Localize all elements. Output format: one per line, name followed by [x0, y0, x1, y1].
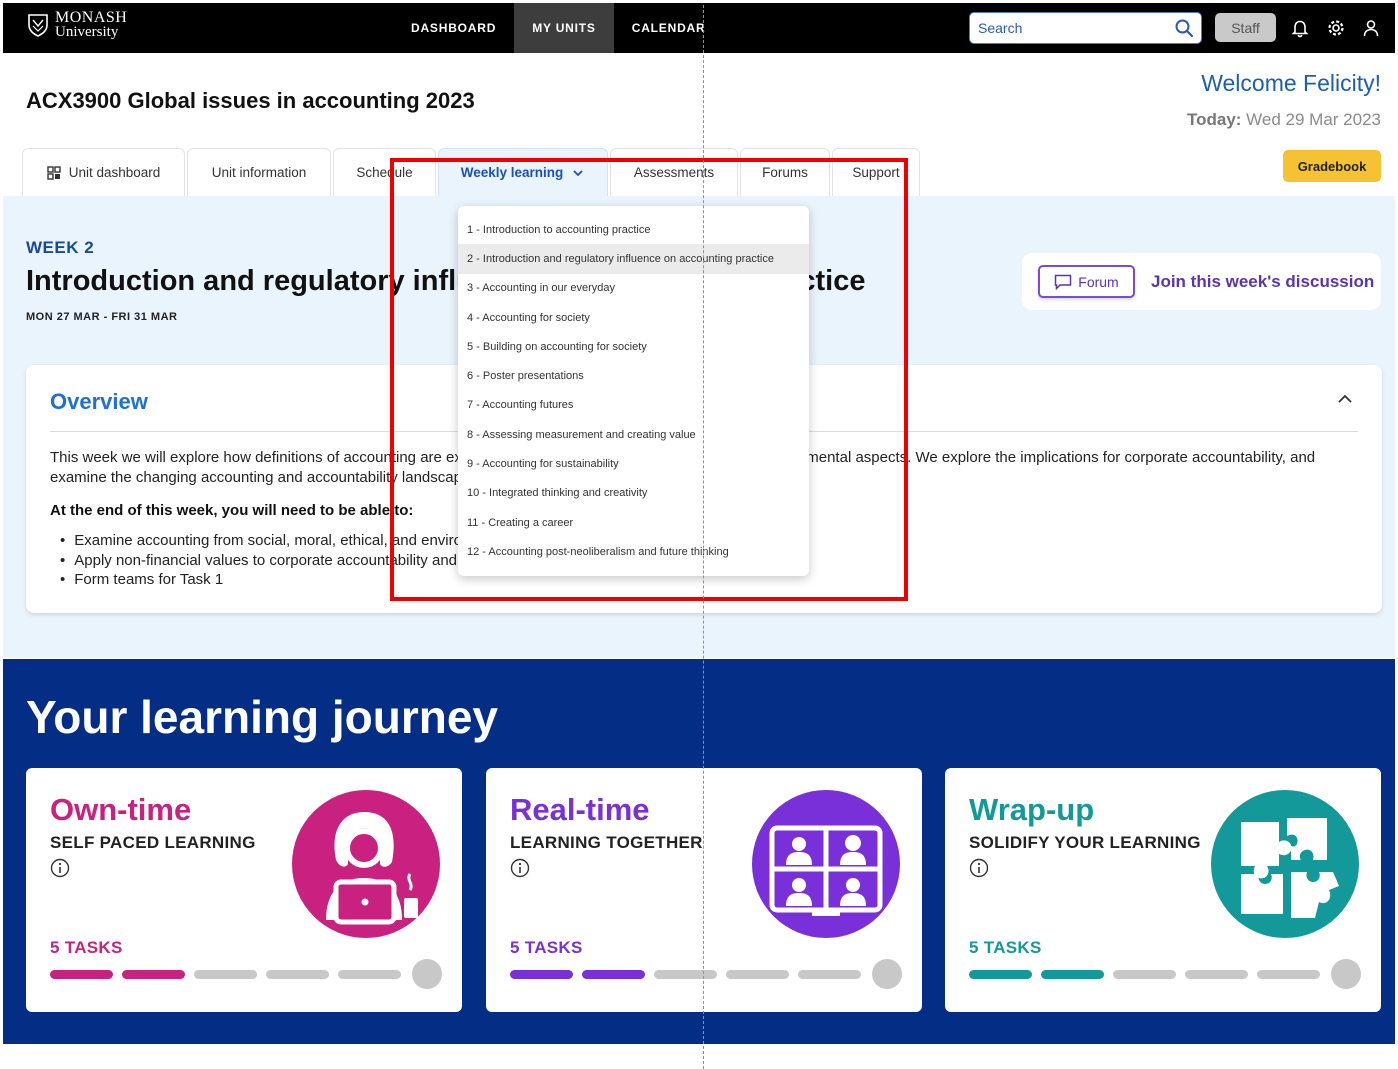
card-title: Wrap-up: [969, 792, 1095, 827]
logo-line-1: MONASH: [55, 9, 128, 26]
card-title: Real-time: [510, 792, 650, 827]
main-nav: DASHBOARD MY UNITS CALENDAR: [393, 3, 723, 53]
progress-segment-complete: [510, 969, 573, 979]
card-task-count: 5 TASKS: [50, 938, 123, 957]
forum-button[interactable]: Forum: [1038, 265, 1135, 298]
learning-journey-title: Your learning journey: [26, 691, 498, 743]
progress-segment: [338, 969, 401, 979]
info-icon[interactable]: [50, 858, 70, 878]
chevron-up-icon[interactable]: [1337, 392, 1353, 406]
dashboard-grid-icon: [47, 165, 61, 180]
bell-icon[interactable]: [1290, 18, 1310, 38]
objectives-heading: At the end of this week, you will need t…: [50, 502, 414, 519]
task-progress-bar: [969, 959, 1361, 989]
today-date: Today: Wed 29 Mar 2023: [1187, 110, 1381, 130]
task-progress-bar: [510, 959, 902, 989]
tab-unit-information[interactable]: Unit information: [187, 148, 331, 196]
tab-unit-dashboard[interactable]: Unit dashboard: [22, 148, 185, 196]
nav-link-calendar[interactable]: CALENDAR: [614, 3, 724, 53]
progress-end-dot: [1331, 959, 1361, 989]
user-icon[interactable]: [1361, 18, 1381, 38]
week-dates: MON 27 MAR - FRI 31 MAR: [26, 311, 178, 323]
progress-segment-complete: [122, 969, 185, 979]
progress-end-dot: [412, 959, 442, 989]
top-navigation-bar: MONASH University DASHBOARD MY UNITS CAL…: [3, 3, 1395, 53]
progress-segment: [1113, 969, 1176, 979]
staff-button[interactable]: Staff: [1215, 13, 1276, 42]
logo-line-2: University: [55, 24, 119, 40]
tab-label: Unit information: [211, 165, 307, 180]
nav-link-my-units[interactable]: MY UNITS: [514, 3, 614, 53]
gear-icon[interactable]: [1326, 18, 1346, 38]
unit-title: ACX3900 Global issues in accounting 2023: [26, 88, 475, 113]
progress-segment: [1185, 969, 1248, 979]
real-time-card[interactable]: Real-time LEARNING TOGETHER 5 TASKS: [486, 768, 922, 1012]
progress-segment: [194, 969, 257, 979]
progress-segment: [1257, 969, 1320, 979]
progress-segment-complete: [50, 969, 113, 979]
monash-crest-icon: [28, 14, 48, 37]
card-title: Own-time: [50, 792, 192, 827]
forum-card: Forum Join this week's discussion: [1022, 253, 1381, 310]
nav-link-dashboard[interactable]: DASHBOARD: [393, 3, 514, 53]
search-icon[interactable]: [1175, 19, 1193, 37]
puzzle-icon: [1211, 790, 1359, 938]
progress-segment-complete: [582, 969, 645, 979]
progress-segment-complete: [969, 969, 1032, 979]
welcome-message: Welcome Felicity!: [1201, 70, 1381, 96]
person-laptop-icon: [292, 790, 440, 938]
progress-segment: [726, 969, 789, 979]
today-label: Today:: [1186, 110, 1242, 129]
own-time-card[interactable]: Own-time SELF PACED LEARNING 5 TASKS: [26, 768, 462, 1012]
info-icon[interactable]: [969, 858, 989, 878]
week-label: WEEK 2: [26, 238, 95, 257]
overview-title: Overview: [50, 389, 148, 414]
video-meeting-icon: [752, 790, 900, 938]
progress-segment: [266, 969, 329, 979]
gradebook-button[interactable]: Gradebook: [1283, 150, 1381, 182]
wrap-up-card[interactable]: Wrap-up SOLIDIFY YOUR LEARNING 5 TASKS: [945, 768, 1381, 1012]
progress-end-dot: [872, 959, 902, 989]
monash-logo[interactable]: MONASH University: [27, 9, 128, 40]
chat-bubble-icon: [1055, 274, 1072, 290]
progress-segment: [654, 969, 717, 979]
search-input[interactable]: [970, 13, 1160, 43]
search-box: [969, 12, 1202, 44]
center-guide-line: [703, 5, 704, 1069]
task-progress-bar: [50, 959, 442, 989]
card-subtitle: LEARNING TOGETHER: [510, 833, 703, 852]
progress-segment-complete: [1041, 969, 1104, 979]
today-value: Wed 29 Mar 2023: [1246, 110, 1381, 129]
highlight-annotation-box: [390, 158, 908, 601]
tab-label: Unit dashboard: [68, 165, 161, 180]
card-subtitle: SELF PACED LEARNING: [50, 833, 256, 852]
progress-segment: [798, 969, 861, 979]
card-task-count: 5 TASKS: [510, 938, 583, 957]
card-subtitle: SOLIDIFY YOUR LEARNING: [969, 833, 1201, 852]
forum-button-label: Forum: [1078, 273, 1119, 290]
join-discussion-link[interactable]: Join this week's discussion: [1151, 272, 1374, 292]
card-task-count: 5 TASKS: [969, 938, 1042, 957]
info-icon[interactable]: [510, 858, 530, 878]
